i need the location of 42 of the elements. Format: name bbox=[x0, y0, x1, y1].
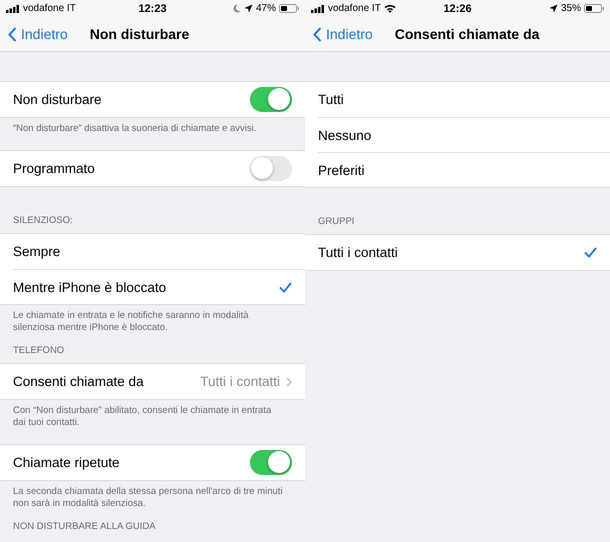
battery-icon bbox=[279, 4, 300, 13]
row-label[interactable]: Tutti bbox=[318, 92, 597, 107]
location-arrow-icon bbox=[244, 4, 253, 13]
screen-title: Non disturbare bbox=[90, 26, 190, 42]
toggle-switch[interactable] bbox=[250, 87, 292, 112]
section-footnote: Con “Non disturbare” abilitato, consenti le chiamate in entrata dai tuoi contatti. bbox=[12, 404, 272, 430]
row-label[interactable]: Tutti i contatti bbox=[318, 245, 584, 260]
carrier-name: vodafone IT bbox=[23, 3, 76, 14]
signal-icon bbox=[311, 4, 325, 12]
back-button[interactable]: Indietro bbox=[0, 26, 76, 42]
battery-percentage: 35% bbox=[561, 3, 582, 14]
row-label: Programmato bbox=[13, 161, 96, 176]
row-value: Tutti i contatti bbox=[200, 374, 280, 389]
chevron-right-icon bbox=[286, 376, 292, 386]
row-label[interactable]: Preferiti bbox=[318, 162, 597, 178]
section-footnote: “Non disturbare” disattiva la suoneria di chiamate e avvisi. bbox=[12, 122, 258, 136]
row-label: Non disturbare bbox=[13, 92, 103, 107]
screen-title: Consenti chiamate da bbox=[394, 26, 540, 42]
battery-icon bbox=[584, 4, 604, 13]
row-label[interactable]: Nessuno bbox=[318, 128, 597, 142]
moon-icon bbox=[233, 4, 241, 13]
row-label[interactable]: Consenti chiamate da bbox=[13, 374, 200, 389]
section-header: SILENZIOSO: bbox=[12, 214, 74, 228]
chevron-left-icon bbox=[8, 26, 17, 42]
chevron-left-icon bbox=[313, 26, 322, 42]
section-header: GRUPPI bbox=[317, 215, 356, 229]
row-label[interactable]: Mentre iPhone è bloccato bbox=[13, 280, 279, 294]
section-footnote: Le chiamate in entrata e le notifiche saranno in modalità silenziosa mentre iPhone è bloccato. bbox=[12, 309, 250, 335]
clock-time: 12:23 bbox=[138, 2, 167, 14]
section-header: NON DISTURBARE ALLA GUIDA bbox=[12, 520, 157, 534]
row-label[interactable]: Sempre bbox=[13, 244, 292, 259]
toggle-switch[interactable] bbox=[250, 450, 292, 475]
section-header: TELEFONO bbox=[12, 344, 66, 358]
back-button[interactable]: Indietro bbox=[305, 26, 381, 42]
location-arrow-icon bbox=[549, 4, 558, 13]
signal-icon bbox=[6, 4, 20, 12]
battery-percentage: 47% bbox=[256, 3, 276, 14]
row-label: Chiamate ripetute bbox=[13, 455, 121, 470]
wifi-icon bbox=[384, 4, 396, 13]
carrier-name: vodafone IT bbox=[328, 3, 381, 14]
section-footnote: La seconda chiamata della stessa persona nell'arco di tre minuti non sarà in modalità silenziosa. bbox=[12, 485, 284, 511]
clock-time: 12:26 bbox=[443, 2, 472, 14]
